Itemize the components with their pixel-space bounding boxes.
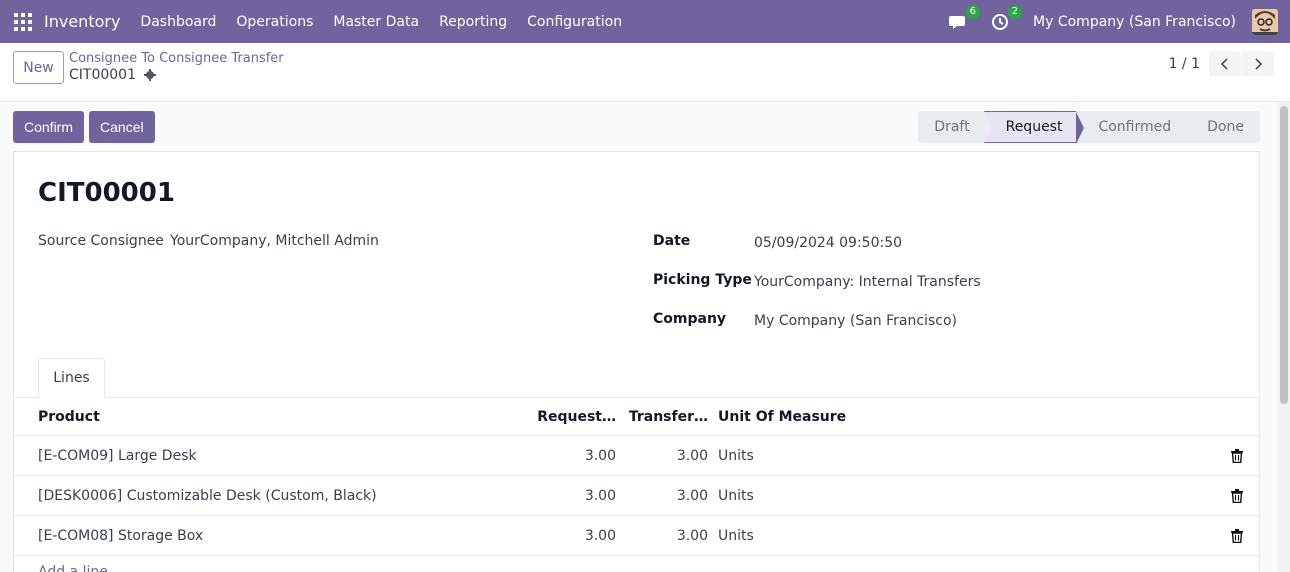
cell-requested[interactable]: 3.00 — [514, 476, 616, 515]
cell-transferred[interactable]: 3.00 — [626, 436, 708, 475]
source-consignee-field[interactable]: YourCompany, Mitchell Admin — [170, 233, 379, 249]
record-reference-label: CIT00001 — [69, 67, 136, 83]
menu-dashboard[interactable]: Dashboard — [140, 14, 216, 30]
scrollbar-thumb[interactable] — [1280, 106, 1288, 404]
new-button[interactable]: New — [13, 51, 64, 84]
cell-product[interactable]: [E-COM08] Storage Box — [38, 516, 203, 555]
cell-uom[interactable]: Units — [718, 516, 754, 555]
header-requested[interactable]: Request… — [514, 398, 616, 435]
picking-type-field[interactable]: YourCompany: Internal Transfers — [754, 274, 981, 290]
messages-badge: 6 — [965, 4, 981, 19]
stage-request-label: Request — [1005, 119, 1063, 135]
chevron-right-icon — [1255, 57, 1263, 70]
delete-row-button[interactable] — [1231, 516, 1243, 555]
pager-value[interactable]: 1 / 1 — [1169, 56, 1200, 72]
stage-done-label: Done — [1207, 119, 1244, 135]
tab-lines[interactable]: Lines — [38, 358, 105, 398]
notebook-tabs: Lines — [14, 358, 1259, 398]
table-header: Product Request… Transfer… Unit Of Measu… — [14, 398, 1259, 436]
cell-requested[interactable]: 3.00 — [514, 516, 616, 555]
control-panel: New Consignee To Consignee Transfer CIT0… — [0, 43, 1290, 102]
table-row[interactable]: [E-COM08] Storage Box 3.00 3.00 Units — [14, 516, 1259, 556]
table-row[interactable]: [DESK0006] Customizable Desk (Custom, Bl… — [14, 476, 1259, 516]
gear-icon[interactable] — [144, 69, 156, 81]
pager-previous-button[interactable] — [1209, 51, 1241, 76]
messages-button[interactable]: 6 — [949, 4, 981, 32]
date-field[interactable]: 05/09/2024 09:50:50 — [754, 235, 902, 251]
trash-icon — [1231, 528, 1243, 543]
cell-transferred[interactable]: 3.00 — [626, 516, 708, 555]
pager-next-button[interactable] — [1242, 51, 1274, 76]
activities-button[interactable]: 2 — [991, 4, 1023, 32]
form-sheet: CIT00001 Source Consignee YourCompany, M… — [13, 151, 1260, 572]
cell-product[interactable]: [DESK0006] Customizable Desk (Custom, Bl… — [38, 476, 377, 515]
header-uom[interactable]: Unit Of Measure — [718, 398, 846, 435]
status-bar: Draft Request Confirmed Done — [918, 111, 1260, 144]
cell-product[interactable]: [E-COM09] Large Desk — [38, 436, 197, 475]
stage-draft[interactable]: Draft — [918, 111, 992, 143]
menu-configuration[interactable]: Configuration — [527, 14, 622, 30]
cell-uom[interactable]: Units — [718, 476, 754, 515]
top-navbar: Inventory Dashboard Operations Master Da… — [0, 0, 1290, 43]
menu-operations[interactable]: Operations — [236, 14, 313, 30]
page-scrollbar[interactable] — [1278, 102, 1290, 572]
delete-row-button[interactable] — [1231, 476, 1243, 515]
stage-confirmed[interactable]: Confirmed — [1076, 111, 1194, 143]
company-label: Company — [653, 311, 727, 327]
menu-master-data[interactable]: Master Data — [333, 14, 419, 30]
avatar-icon — [1252, 8, 1278, 35]
record-title: CIT00001 — [38, 178, 175, 208]
menu-reporting[interactable]: Reporting — [439, 14, 507, 30]
trash-icon — [1231, 448, 1243, 463]
delete-row-button[interactable] — [1231, 436, 1243, 475]
picking-type-label: Picking Type — [653, 272, 752, 288]
cell-uom[interactable]: Units — [718, 436, 754, 475]
header-product[interactable]: Product — [38, 398, 100, 435]
cell-requested[interactable]: 3.00 — [514, 436, 616, 475]
cell-transferred[interactable]: 3.00 — [626, 476, 708, 515]
record-reference: CIT00001 — [69, 67, 156, 83]
stage-draft-label: Draft — [934, 119, 970, 135]
stage-request[interactable]: Request — [983, 111, 1085, 144]
company-field[interactable]: My Company (San Francisco) — [754, 313, 957, 329]
table-row[interactable]: [E-COM09] Large Desk 3.00 3.00 Units — [14, 436, 1259, 476]
cancel-button[interactable]: Cancel — [89, 111, 155, 143]
lines-table: Product Request… Transfer… Unit Of Measu… — [14, 398, 1259, 556]
add-line-link[interactable]: Add a line — [38, 564, 108, 572]
company-switcher[interactable]: My Company (San Francisco) — [1033, 14, 1236, 30]
app-name[interactable]: Inventory — [44, 12, 120, 31]
breadcrumb[interactable]: Consignee To Consignee Transfer — [69, 51, 284, 66]
user-avatar[interactable] — [1252, 8, 1278, 35]
confirm-button[interactable]: Confirm — [13, 111, 85, 143]
source-consignee-label: Source Consignee — [38, 233, 164, 249]
header-transferred[interactable]: Transfer… — [626, 398, 708, 435]
stage-confirmed-label: Confirmed — [1098, 119, 1172, 135]
date-label: Date — [653, 233, 691, 249]
apps-menu-icon[interactable] — [14, 12, 32, 31]
chevron-left-icon — [1220, 57, 1228, 70]
stage-done[interactable]: Done — [1185, 111, 1260, 143]
activities-badge: 2 — [1007, 4, 1023, 19]
trash-icon — [1231, 488, 1243, 503]
